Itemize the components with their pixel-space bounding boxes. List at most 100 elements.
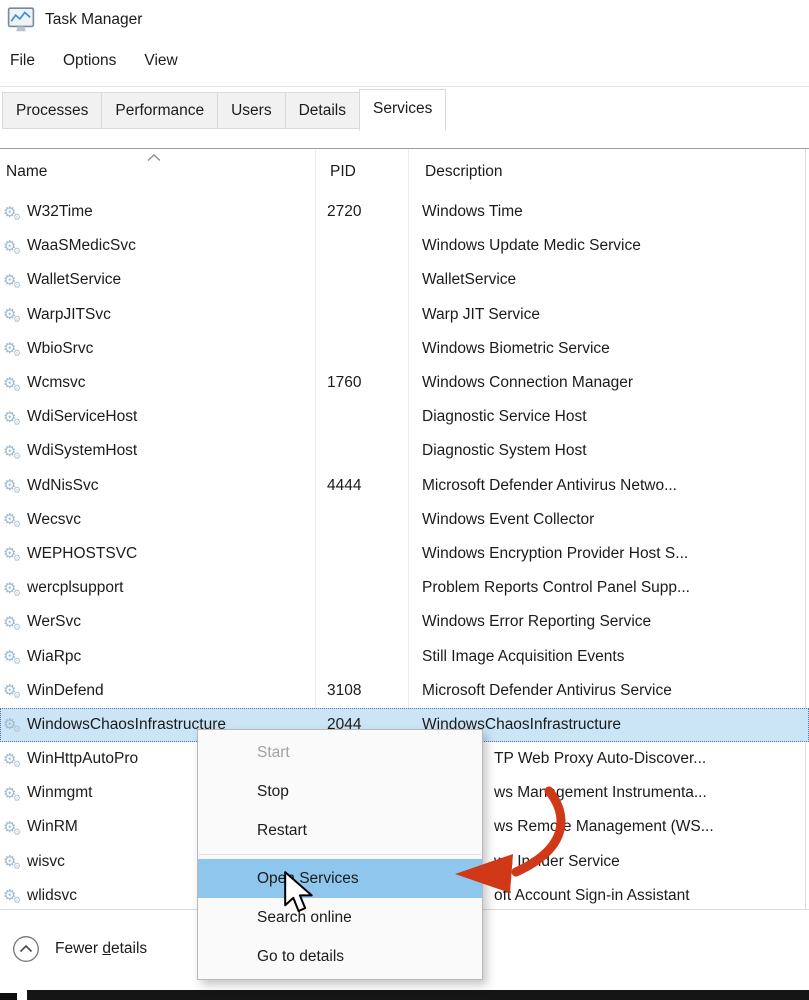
menu-item-open-services[interactable]: Open Services [198, 859, 482, 898]
table-row-wcmsvc[interactable]: ⚙Wcmsvc1760Windows Connection Manager [0, 366, 809, 400]
bottom-black-corner [0, 993, 17, 1000]
table-row-wbiosrvc[interactable]: ⚙WbioSrvc Windows Biometric Service [0, 332, 809, 366]
tab-bar: ProcessesPerformanceUsersDetailsServices [0, 86, 809, 129]
service-gear-icon: ⚙ [0, 410, 27, 425]
service-name: WiaRpc [27, 648, 312, 666]
service-pid: 1760 [312, 374, 405, 392]
service-name: W32Time [27, 203, 312, 221]
menu-bar: File Options View [10, 52, 206, 82]
tab-users[interactable]: Users [217, 92, 285, 129]
service-gear-icon: ⚙ [0, 581, 27, 596]
menu-item-start: Start [198, 733, 482, 772]
context-menu-separator [199, 854, 481, 855]
table-row-wdnissvc[interactable]: ⚙WdNisSvc4444Microsoft Defender Antiviru… [0, 469, 809, 503]
service-name: WbioSrvc [27, 340, 312, 358]
service-description: Diagnostic System Host [405, 442, 809, 460]
task-manager-app-icon [7, 6, 35, 34]
service-gear-icon: ⚙ [0, 888, 27, 903]
task-manager-window: Task Manager File Options View ProcessesPe… [0, 0, 809, 1000]
service-description: Warp JIT Service [405, 306, 809, 324]
service-description: Windows Update Medic Service [405, 237, 809, 255]
service-description: Windows Connection Manager [405, 374, 809, 392]
service-description: WalletService [405, 271, 809, 289]
service-description: Microsoft Defender Antivirus Service [405, 682, 809, 700]
service-description: Windows Error Reporting Service [405, 613, 809, 631]
menu-item-stop[interactable]: Stop [198, 772, 482, 811]
menubar-item-view[interactable]: View [144, 52, 177, 82]
menu-item-go-to-details[interactable]: Go to details [198, 937, 482, 976]
service-name: WdNisSvc [27, 477, 312, 495]
service-gear-icon: ⚙ [0, 546, 27, 561]
table-row-wersvc[interactable]: ⚙WerSvc Windows Error Reporting Service [0, 605, 809, 639]
service-description: Microsoft Defender Antivirus Netwo... [405, 477, 809, 495]
service-description: Windows Time [405, 203, 809, 221]
table-row-wephostsvc[interactable]: ⚙WEPHOSTSVC Windows Encryption Provider H… [0, 537, 809, 571]
service-description: Windows Biometric Service [405, 340, 809, 358]
service-pid: 3108 [312, 682, 405, 700]
service-gear-icon: ⚙ [0, 854, 27, 869]
window-titlebar: Task Manager [0, 0, 809, 46]
table-header: Name PID Description [0, 149, 809, 195]
menubar-item-file[interactable]: File [10, 52, 35, 82]
column-header-description[interactable]: Description [425, 149, 503, 195]
column-header-pid[interactable]: PID [330, 149, 356, 195]
service-gear-icon: ⚙ [0, 683, 27, 698]
service-name: WalletService [27, 271, 312, 289]
tab-details[interactable]: Details [285, 92, 360, 129]
service-name: WdiSystemHost [27, 442, 312, 460]
service-gear-icon: ⚙ [0, 341, 27, 356]
sort-ascending-icon [146, 153, 162, 162]
bottom-black-bar [27, 990, 809, 1000]
service-gear-icon: ⚙ [0, 239, 27, 254]
service-gear-icon: ⚙ [0, 615, 27, 630]
fewer-details-label: Fewer details [55, 940, 147, 958]
service-gear-icon: ⚙ [0, 307, 27, 322]
fewer-details-button[interactable]: Fewer details [12, 935, 147, 963]
service-description: Windows Event Collector [405, 511, 809, 529]
service-name: WdiServiceHost [27, 408, 312, 426]
service-name: Wcmsvc [27, 374, 312, 392]
table-row-warpjitsvc[interactable]: ⚙WarpJITSvc Warp JIT Service [0, 298, 809, 332]
service-gear-icon: ⚙ [0, 717, 27, 732]
menubar-item-options[interactable]: Options [63, 52, 116, 82]
service-gear-icon: ⚙ [0, 512, 27, 527]
table-row-walletservice[interactable]: ⚙WalletServiceWalletService [0, 263, 809, 297]
service-pid: 2720 [312, 203, 405, 221]
table-row-wiarpc[interactable]: ⚙WiaRpc Still Image Acquisition Events [0, 639, 809, 673]
table-row-wercplsupport[interactable]: ⚙wercplsupport Problem Reports Control Pa… [0, 571, 809, 605]
service-name: WaaSMedicSvc [27, 237, 312, 255]
service-name: WinDefend [27, 682, 312, 700]
service-gear-icon: ⚙ [0, 649, 27, 664]
service-pid: 4444 [312, 477, 405, 495]
service-name: WarpJITSvc [27, 306, 312, 324]
table-row-windefend[interactable]: ⚙WinDefend3108Microsoft Defender Antivir… [0, 674, 809, 708]
service-description: Diagnostic Service Host [405, 408, 809, 426]
service-gear-icon: ⚙ [0, 820, 27, 835]
service-description: Still Image Acquisition Events [405, 648, 809, 666]
service-gear-icon: ⚙ [0, 752, 27, 767]
table-row-w32time[interactable]: ⚙W32Time2720Windows Time [0, 195, 809, 229]
column-header-name[interactable]: Name [6, 149, 47, 195]
service-gear-icon: ⚙ [0, 376, 27, 391]
table-row-waasmedicsvc[interactable]: ⚙WaaSMedicSvc Windows Update Medic Servic… [0, 229, 809, 263]
window-title: Task Manager [45, 11, 142, 29]
service-gear-icon: ⚙ [0, 273, 27, 288]
service-gear-icon: ⚙ [0, 205, 27, 220]
tab-processes[interactable]: Processes [2, 92, 102, 129]
table-row-wecsvc[interactable]: ⚙Wecsvc Windows Event Collector [0, 503, 809, 537]
tab-services[interactable]: Services [359, 89, 446, 131]
chevron-up-circle-icon [12, 935, 40, 963]
tab-performance[interactable]: Performance [101, 92, 218, 129]
table-row-wdisystemhost[interactable]: ⚙WdiSystemHostDiagnostic System Host [0, 434, 809, 468]
service-name: wercplsupport [27, 579, 312, 597]
service-name: Wecsvc [27, 511, 312, 529]
table-row-wdiservicehost[interactable]: ⚙WdiServiceHost Diagnostic Service Host [0, 400, 809, 434]
service-name: WEPHOSTSVC [27, 545, 312, 563]
menu-item-restart[interactable]: Restart [198, 811, 482, 850]
service-description: Windows Encryption Provider Host S... [405, 545, 809, 563]
service-gear-icon: ⚙ [0, 786, 27, 801]
service-description: Problem Reports Control Panel Supp... [405, 579, 809, 597]
service-name: WerSvc [27, 613, 312, 631]
menu-item-search-online[interactable]: Search online [198, 898, 482, 937]
context-menu: StartStopRestart Open ServicesSearch onli… [197, 729, 483, 980]
